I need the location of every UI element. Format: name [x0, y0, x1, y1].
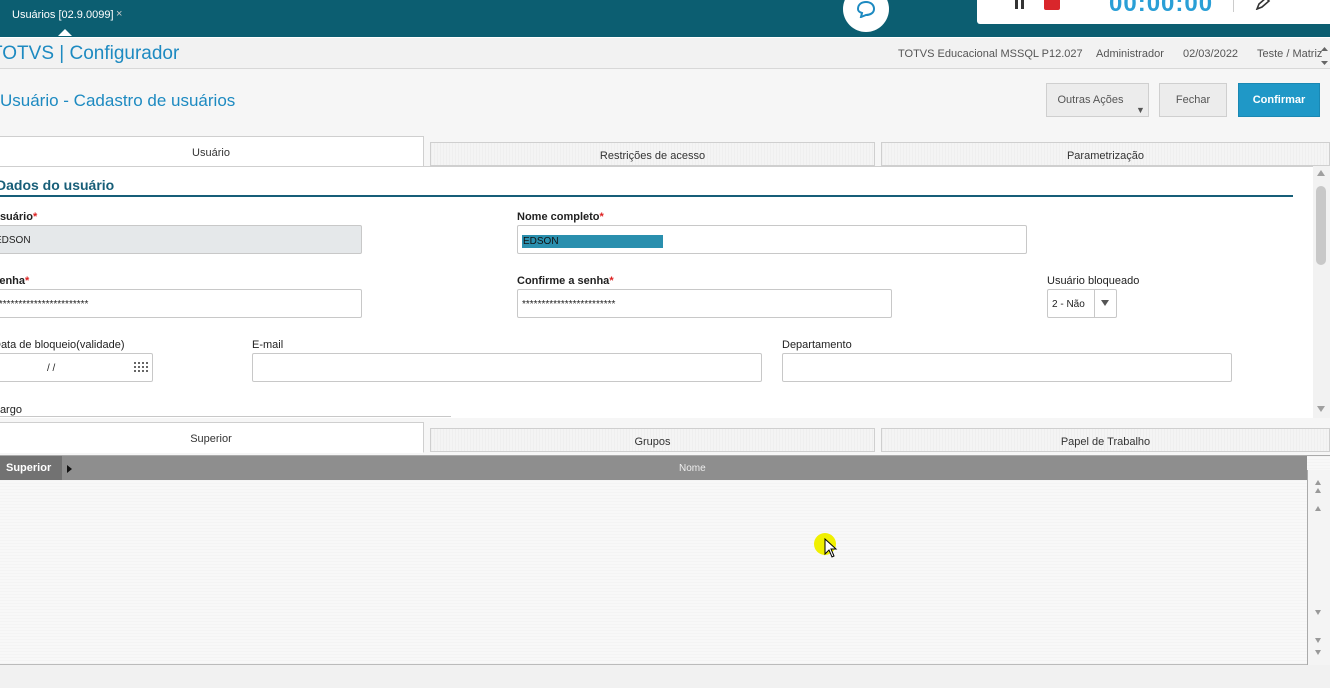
data-bloqueio-field[interactable]: / / [0, 353, 153, 382]
divider [1233, 0, 1234, 12]
status-strip [0, 665, 1330, 688]
app-header: TOTVS | Configurador TOTVS Educacional M… [0, 37, 1330, 69]
scroll-down-icon[interactable] [1315, 638, 1321, 643]
date-label: 02/03/2022 [1183, 48, 1239, 60]
environment-label: TOTVS Educacional MSSQL P12.027 [898, 48, 1083, 60]
pen-icon[interactable] [1255, 0, 1271, 10]
top-tab-bar: Usuários [02.9.0099] × 00:00:00 [0, 0, 1330, 37]
page-title: Usuário - Cadastro de usuários [0, 91, 236, 110]
section-divider [0, 195, 1293, 197]
usuario-label: Usuário* [0, 211, 38, 223]
chevron-down-icon [1094, 290, 1116, 317]
timer-readout: 00:00:00 [1109, 0, 1214, 17]
senha-label: Senha* [0, 275, 30, 287]
pause-icon[interactable] [1013, 0, 1027, 10]
mouse-cursor-icon [824, 538, 838, 558]
scroll-bottom-icon[interactable] [1315, 650, 1321, 655]
scroll-page-up-icon[interactable] [1315, 506, 1321, 511]
tab-indicator [58, 29, 72, 36]
chat-icon [856, 0, 876, 18]
bloqueado-select[interactable]: 2 - Não [1047, 289, 1117, 318]
scroll-up-icon[interactable] [1315, 488, 1321, 493]
usuario-field[interactable]: EDSON [0, 225, 362, 254]
window-tab-usuarios[interactable]: Usuários [02.9.0099] × [0, 0, 128, 36]
sort-arrow-icon [67, 465, 72, 473]
chevron-down-icon: ▼ [1136, 105, 1145, 115]
tab-parametrizacao[interactable]: Parametrização [881, 142, 1330, 166]
email-field[interactable] [252, 353, 762, 382]
sub-tabs: Superior Grupos Papel de Trabalho [0, 422, 1330, 453]
column-header-superior[interactable]: Superior [0, 456, 62, 480]
recording-panel: 00:00:00 [977, 0, 1330, 24]
nome-label: Nome completo* [517, 211, 604, 223]
close-icon[interactable]: × [116, 8, 122, 20]
tab-usuario[interactable]: Usuário [0, 136, 424, 167]
header-scroll-icon[interactable] [1319, 44, 1330, 68]
bloqueado-label: Usuário bloqueado [1047, 275, 1140, 287]
confirmar-button[interactable]: Confirmar [1238, 83, 1320, 117]
nome-value: EDSON [522, 235, 663, 248]
nome-field[interactable]: EDSON [517, 225, 1027, 254]
departamento-label: Departamento [782, 339, 852, 351]
app-title: TOTVS | Configurador [0, 43, 180, 64]
cargo-label: Cargo [0, 404, 22, 416]
confirme-field[interactable]: ************************ [517, 289, 892, 318]
form-scrollbar[interactable] [1313, 166, 1330, 418]
tab-superior[interactable]: Superior [0, 422, 424, 453]
departamento-field[interactable] [782, 353, 1232, 382]
bloqueado-value: 2 - Não [1052, 299, 1085, 310]
superior-grid[interactable]: Superior Nome [0, 455, 1330, 666]
scroll-top-icon[interactable] [1315, 480, 1321, 485]
tab-grupos[interactable]: Grupos [430, 428, 875, 452]
scroll-thumb[interactable] [1316, 186, 1326, 265]
section-title: Dados do usuário [0, 177, 115, 193]
confirme-label: Confirme a senha* [517, 275, 614, 287]
scroll-page-down-icon[interactable] [1315, 610, 1321, 615]
data-bloqueio-label: Data de bloqueio(validade) [0, 339, 125, 351]
outras-acoes-button[interactable]: Outras Ações ▼ [1046, 83, 1149, 117]
senha-field[interactable]: ************************ [0, 289, 362, 318]
branch-label: Teste / Matriz [1257, 48, 1323, 60]
window-tab-label: Usuários [02.9.0099] [12, 9, 114, 21]
calendar-icon[interactable] [134, 362, 148, 373]
grid-header: Superior Nome [0, 456, 1307, 480]
scroll-up-icon[interactable] [1317, 170, 1325, 176]
tab-papel-trabalho[interactable]: Papel de Trabalho [881, 428, 1330, 452]
stop-icon[interactable] [1044, 0, 1060, 10]
form-panel: Dados do usuário Usuário* EDSON Nome com… [0, 166, 1313, 418]
outras-acoes-label: Outras Ações [1057, 94, 1124, 106]
tab-restricoes[interactable]: Restrições de acesso [430, 142, 875, 166]
main-tabs: Usuário Restrições de acesso Parametriza… [0, 136, 1330, 167]
grid-scrollbar[interactable] [1307, 470, 1330, 666]
chat-button[interactable] [843, 0, 889, 32]
data-bloqueio-value: / / [47, 363, 56, 374]
fechar-button[interactable]: Fechar [1159, 83, 1227, 117]
email-label: E-mail [252, 339, 284, 351]
scroll-down-icon[interactable] [1317, 406, 1325, 412]
column-header-nome[interactable]: Nome [679, 463, 706, 474]
user-label: Administrador [1096, 48, 1164, 60]
cargo-field[interactable] [0, 416, 451, 417]
